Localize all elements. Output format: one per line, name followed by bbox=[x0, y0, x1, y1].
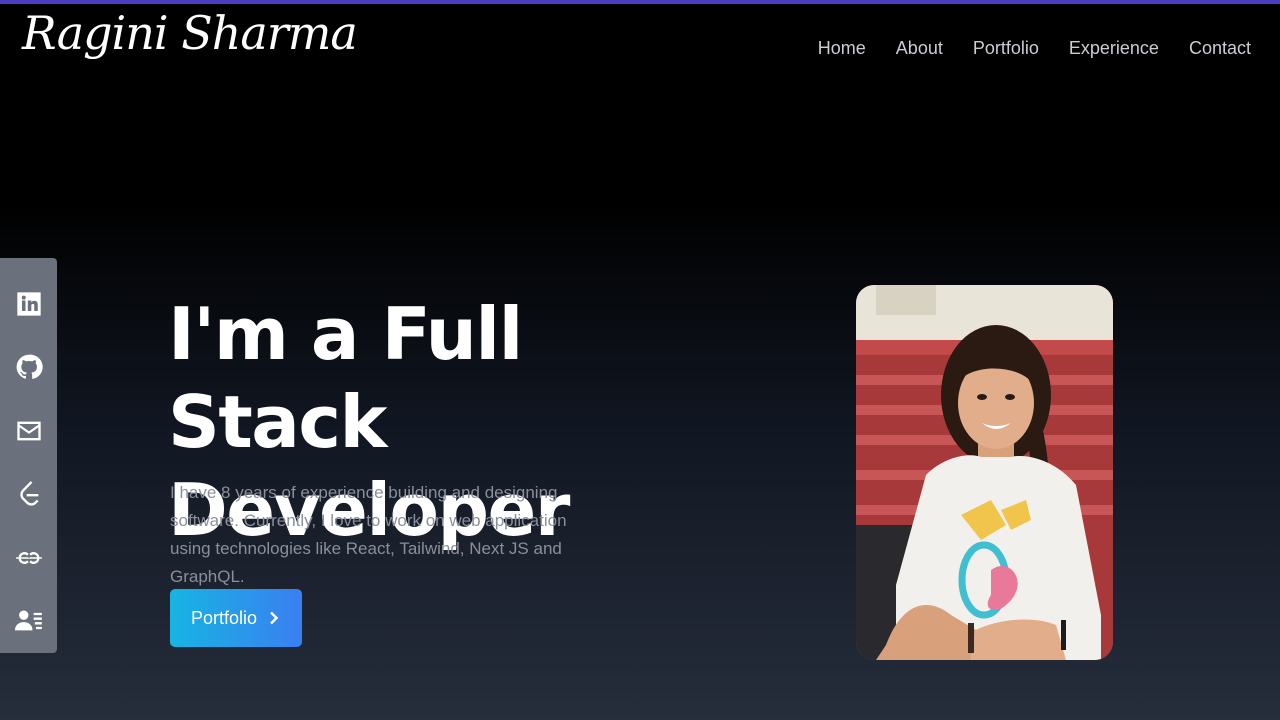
nav-about-link[interactable]: About bbox=[896, 38, 943, 59]
site-logo[interactable]: Ragini Sharma bbox=[22, 6, 358, 60]
geeksforgeeks-link[interactable] bbox=[0, 526, 57, 590]
linkedin-icon bbox=[16, 292, 41, 316]
github-link[interactable] bbox=[0, 336, 57, 400]
top-accent-stripe bbox=[0, 0, 1280, 4]
chevron-right-icon bbox=[270, 611, 279, 625]
resume-link[interactable] bbox=[0, 590, 57, 654]
github-icon bbox=[16, 354, 43, 380]
leetcode-link[interactable] bbox=[0, 463, 57, 527]
geeksforgeeks-icon bbox=[15, 551, 42, 564]
profile-photo bbox=[856, 285, 1113, 660]
social-links-bar bbox=[0, 258, 57, 653]
main-nav: Home About Portfolio Experience Contact bbox=[818, 38, 1251, 59]
mail-icon bbox=[16, 421, 41, 441]
linkedin-link[interactable] bbox=[0, 272, 57, 336]
leetcode-icon bbox=[19, 481, 39, 506]
profile-portrait-illustration bbox=[856, 285, 1113, 660]
nav-portfolio-link[interactable]: Portfolio bbox=[973, 38, 1039, 59]
email-link[interactable] bbox=[0, 399, 57, 463]
nav-experience-link[interactable]: Experience bbox=[1069, 38, 1159, 59]
nav-contact-link[interactable]: Contact bbox=[1189, 38, 1251, 59]
portfolio-button-label: Portfolio bbox=[190, 607, 258, 628]
nav-home-link[interactable]: Home bbox=[818, 38, 866, 59]
headline-line-1: I'm a Full Stack bbox=[168, 292, 523, 464]
hero-description: I have 8 years of experience building an… bbox=[170, 483, 567, 586]
portfolio-button[interactable]: Portfolio bbox=[170, 589, 302, 647]
resume-icon bbox=[14, 610, 42, 631]
